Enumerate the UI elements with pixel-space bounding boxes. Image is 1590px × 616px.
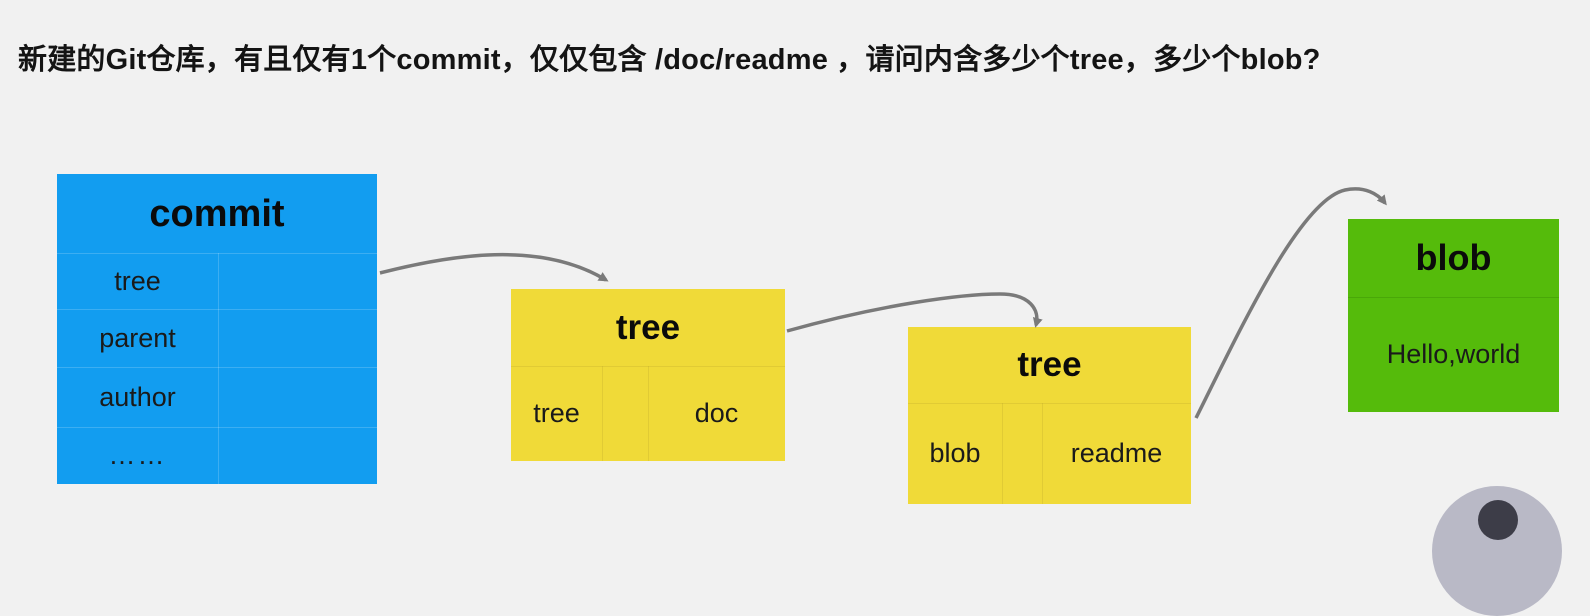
arrow-tree-to-tree [786,292,1043,333]
arrow-commit-to-tree [379,252,609,282]
presenter-avatar [1432,486,1562,616]
avatar-icon [1478,500,1518,540]
arrows-layer [379,187,1387,419]
arrow-tree-to-blob [1194,187,1387,419]
